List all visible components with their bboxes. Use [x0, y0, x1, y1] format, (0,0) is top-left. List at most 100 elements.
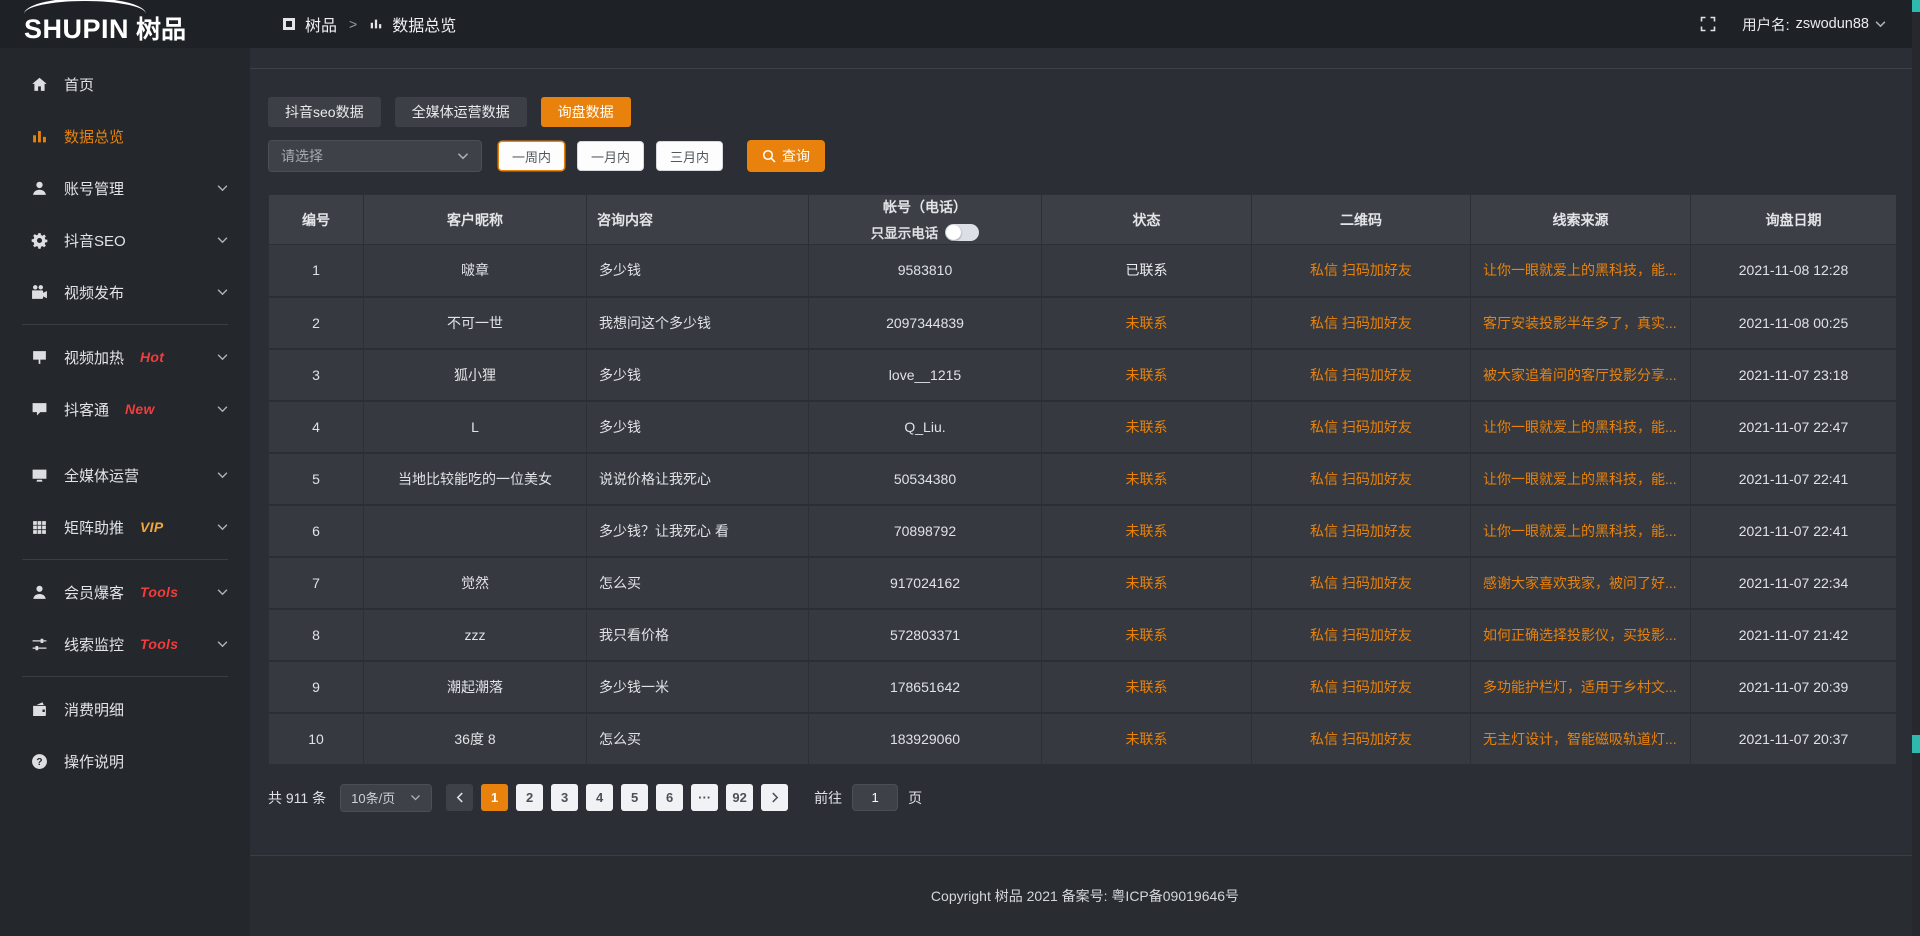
col-header-content: 咨询内容 — [587, 195, 809, 245]
qr-friend-link[interactable]: 私信 扫码加好友 — [1310, 471, 1412, 487]
page-button-92[interactable]: 92 — [726, 784, 753, 811]
cell-content: 怎么买 — [587, 557, 809, 609]
cell-inquiry-date: 2021-11-07 22:34 — [1691, 557, 1897, 609]
qr-friend-link[interactable]: 私信 扫码加好友 — [1310, 679, 1412, 695]
account-select[interactable]: 请选择 — [268, 140, 482, 172]
sidebar-item-home[interactable]: 首页 — [0, 58, 250, 110]
sidebar-item-lead-monitoring[interactable]: 线索监控 Tools — [0, 618, 250, 670]
footer: Copyright 树品 2021 备案号: 粤ICP备09019646号 — [250, 855, 1920, 936]
qr-friend-link[interactable]: 私信 扫码加好友 — [1310, 575, 1412, 591]
sidebar-item-matrix-boost[interactable]: 矩阵助推 VIP — [0, 501, 250, 553]
sidebar-item-douyin-seo[interactable]: 抖音SEO — [0, 214, 250, 266]
bar-chart-icon — [369, 17, 383, 31]
qr-friend-link[interactable]: 私信 扫码加好友 — [1310, 315, 1412, 331]
chevron-down-icon — [217, 184, 228, 192]
lead-source-link[interactable]: 让你一眼就爱上的黑科技，能... — [1483, 260, 1678, 280]
range-button-week[interactable]: 一周内 — [498, 141, 565, 171]
lead-source-link[interactable]: 被大家追着问的客厅投影分享... — [1483, 365, 1678, 385]
page-button-2[interactable]: 2 — [516, 784, 543, 811]
chevron-down-icon — [1875, 20, 1886, 28]
qr-friend-link[interactable]: 私信 扫码加好友 — [1310, 367, 1412, 383]
cell-qrcode: 私信 扫码加好友 — [1252, 245, 1471, 297]
page-button-5[interactable]: 5 — [621, 784, 648, 811]
home-icon — [30, 76, 48, 93]
qr-friend-link[interactable]: 私信 扫码加好友 — [1310, 731, 1412, 747]
goto-page-input[interactable] — [852, 784, 898, 811]
goto-suffix: 页 — [908, 788, 922, 808]
sidebar-item-video-heating[interactable]: 视频加热 Hot — [0, 331, 250, 383]
table-row: 8 zzz 我只看价格 572803371 未联系 私信 扫码加好友 如何正确选… — [269, 609, 1897, 661]
sidebar-item-spending-details[interactable]: 消费明细 — [0, 683, 250, 735]
breadcrumb-root[interactable]: 树品 — [305, 12, 337, 36]
sidebar-item-account-management[interactable]: 账号管理 — [0, 162, 250, 214]
status-badge: 已联系 — [1126, 262, 1168, 278]
monitor-icon — [30, 467, 48, 484]
page-button-4[interactable]: 4 — [586, 784, 613, 811]
cell-status: 未联系 — [1042, 713, 1252, 765]
status-badge: 未联系 — [1126, 419, 1168, 435]
chevron-down-icon — [457, 152, 469, 160]
col-header-status: 状态 — [1042, 195, 1252, 245]
col-header-inquiry-date: 询盘日期 — [1691, 195, 1897, 245]
qr-friend-link[interactable]: 私信 扫码加好友 — [1310, 627, 1412, 643]
cell-id: 4 — [269, 401, 364, 453]
lead-source-link[interactable]: 让你一眼就爱上的黑科技，能... — [1483, 469, 1678, 489]
sidebar-item-douketong[interactable]: 抖客通 New — [0, 383, 250, 435]
page-button-1[interactable]: 1 — [481, 784, 508, 811]
scrollbar-thumb[interactable] — [1912, 735, 1920, 753]
page-button-6[interactable]: 6 — [656, 784, 683, 811]
sidebar-item-video-publish[interactable]: 视频发布 — [0, 266, 250, 318]
top-bar: SHUPIN 树品 树品 > 数据总览 用户名: zswodun88 — [0, 0, 1920, 48]
page-button-3[interactable]: 3 — [551, 784, 578, 811]
tab-douyin-seo-data[interactable]: 抖音seo数据 — [268, 97, 381, 127]
fullscreen-icon[interactable] — [1700, 16, 1716, 32]
gear-icon — [30, 232, 48, 249]
lead-source-link[interactable]: 无主灯设计，智能磁吸轨道灯... — [1483, 729, 1678, 749]
scrollbar-thumb[interactable] — [1912, 0, 1920, 12]
goto-label: 前往 — [814, 788, 842, 808]
cell-content: 我想问这个多少钱 — [587, 297, 809, 349]
data-tabs: 抖音seo数据 全媒体运营数据 询盘数据 — [268, 97, 1894, 127]
sidebar-divider — [22, 559, 228, 560]
cell-id: 10 — [269, 713, 364, 765]
lead-source-link[interactable]: 如何正确选择投影仪，买投影... — [1483, 625, 1678, 645]
page-ellipsis-button[interactable]: ··· — [691, 784, 718, 811]
range-button-quarter[interactable]: 三月内 — [656, 141, 723, 171]
cell-inquiry-date: 2021-11-07 21:42 — [1691, 609, 1897, 661]
qr-friend-link[interactable]: 私信 扫码加好友 — [1310, 523, 1412, 539]
tab-inquiry-data[interactable]: 询盘数据 — [541, 97, 631, 127]
sidebar-item-instructions[interactable]: ? 操作说明 — [0, 735, 250, 787]
page-size-select[interactable]: 10条/页 — [340, 784, 432, 812]
range-button-month[interactable]: 一月内 — [577, 141, 644, 171]
next-page-button[interactable] — [761, 784, 788, 811]
cell-content: 多少钱一米 — [587, 661, 809, 713]
sidebar-item-member-marketing[interactable]: 会员爆客 Tools — [0, 566, 250, 618]
question-circle-icon: ? — [30, 753, 48, 770]
sidebar-divider — [22, 676, 228, 677]
lead-source-link[interactable]: 让你一眼就爱上的黑科技，能... — [1483, 417, 1678, 437]
sidebar-item-label: 消费明细 — [64, 699, 124, 720]
table-row: 1 啵章 多少钱 9583810 已联系 私信 扫码加好友 让你一眼就爱上的黑科… — [269, 245, 1897, 297]
qr-friend-link[interactable]: 私信 扫码加好友 — [1310, 419, 1412, 435]
cell-status: 未联系 — [1042, 401, 1252, 453]
cell-status: 未联系 — [1042, 505, 1252, 557]
query-button[interactable]: 查询 — [747, 140, 825, 172]
lead-source-link[interactable]: 让你一眼就爱上的黑科技，能... — [1483, 521, 1678, 541]
table-row: 6 多少钱？让我死心 看 70898792 未联系 私信 扫码加好友 让你一眼就… — [269, 505, 1897, 557]
scrollbar-track[interactable] — [1912, 0, 1920, 936]
prev-page-button[interactable] — [446, 784, 473, 811]
cell-content: 多少钱？让我死心 看 — [587, 505, 809, 557]
cell-lead-source: 多功能护栏灯，适用于乡村文... — [1471, 661, 1691, 713]
user-menu[interactable]: 用户名: zswodun88 — [1742, 14, 1886, 35]
lead-source-link[interactable]: 客厅安装投影半年多了，真实... — [1483, 313, 1678, 333]
tab-omnimedia-data[interactable]: 全媒体运营数据 — [395, 97, 527, 127]
sidebar-item-omnimedia[interactable]: 全媒体运营 — [0, 449, 250, 501]
lead-source-link[interactable]: 多功能护栏灯，适用于乡村文... — [1483, 677, 1678, 697]
sidebar-item-data-overview[interactable]: 数据总览 — [0, 110, 250, 162]
qr-friend-link[interactable]: 私信 扫码加好友 — [1310, 262, 1412, 278]
cell-lead-source: 让你一眼就爱上的黑科技，能... — [1471, 505, 1691, 557]
cell-status: 未联系 — [1042, 557, 1252, 609]
lead-source-link[interactable]: 感谢大家喜欢我家，被问了好... — [1483, 573, 1678, 593]
phone-only-toggle[interactable] — [945, 224, 979, 241]
table-row: 10 36度 8 怎么买 183929060 未联系 私信 扫码加好友 无主灯设… — [269, 713, 1897, 765]
